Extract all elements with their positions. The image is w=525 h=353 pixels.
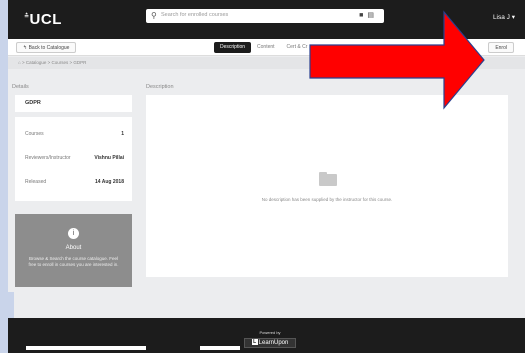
details-heading: Details bbox=[12, 84, 29, 90]
empty-folder-icon bbox=[319, 172, 337, 186]
course-info-card: Courses 1 Reviewers/Instructor Vishnu Pi… bbox=[15, 117, 132, 201]
tab-description[interactable]: Description bbox=[214, 42, 252, 53]
description-panel: No description has been supplied by the … bbox=[146, 95, 508, 277]
info-row-instructor: Reviewers/Instructor Vishnu Pillai bbox=[25, 155, 124, 165]
search-icon: ⚲ bbox=[151, 11, 157, 20]
empty-description-message: No description has been supplied by the … bbox=[261, 197, 393, 202]
info-key: Released bbox=[25, 179, 47, 185]
description-heading: Description bbox=[146, 84, 174, 90]
logo-mark-icon: ≛ bbox=[24, 14, 30, 20]
info-key: Courses bbox=[25, 131, 44, 137]
arrow-shape bbox=[309, 10, 485, 110]
info-row-released: Released 14 Aug 2018 bbox=[25, 179, 124, 189]
search-input[interactable]: Search for enrolled courses bbox=[161, 12, 228, 18]
learnupon-logo[interactable]: L LearnUpon bbox=[244, 338, 296, 348]
about-panel: i About Browse & Search the course catal… bbox=[15, 214, 132, 287]
course-title: GDPR bbox=[25, 100, 41, 106]
footer-strip bbox=[26, 346, 146, 350]
info-row-courses: Courses 1 bbox=[25, 131, 124, 141]
info-value: 1 bbox=[121, 131, 124, 137]
about-title: About bbox=[65, 245, 82, 251]
tab-bar: Description Content Cert & Cr bbox=[214, 42, 313, 53]
info-icon: i bbox=[68, 228, 79, 239]
ucl-logo[interactable]: ≛UCL bbox=[24, 11, 62, 28]
learnupon-brand: LearnUpon bbox=[258, 340, 289, 346]
learnupon-mark-icon: L bbox=[251, 339, 258, 346]
info-value: 14 Aug 2018 bbox=[95, 179, 124, 185]
about-text: Browse & Search the course catalogue. Fe… bbox=[28, 256, 119, 267]
tab-content[interactable]: Content bbox=[251, 42, 281, 53]
red-arrow-icon bbox=[309, 10, 485, 110]
info-value: Vishnu Pillai bbox=[94, 155, 124, 161]
back-to-catalogue-button[interactable]: ↰ Back to Catalogue bbox=[16, 42, 77, 53]
footer-strip bbox=[200, 346, 240, 350]
info-key: Reviewers/Instructor bbox=[25, 155, 71, 161]
powered-by-label: Powered by bbox=[259, 330, 281, 335]
course-title-card: GDPR bbox=[15, 95, 132, 112]
logo-text: UCL bbox=[29, 11, 62, 28]
